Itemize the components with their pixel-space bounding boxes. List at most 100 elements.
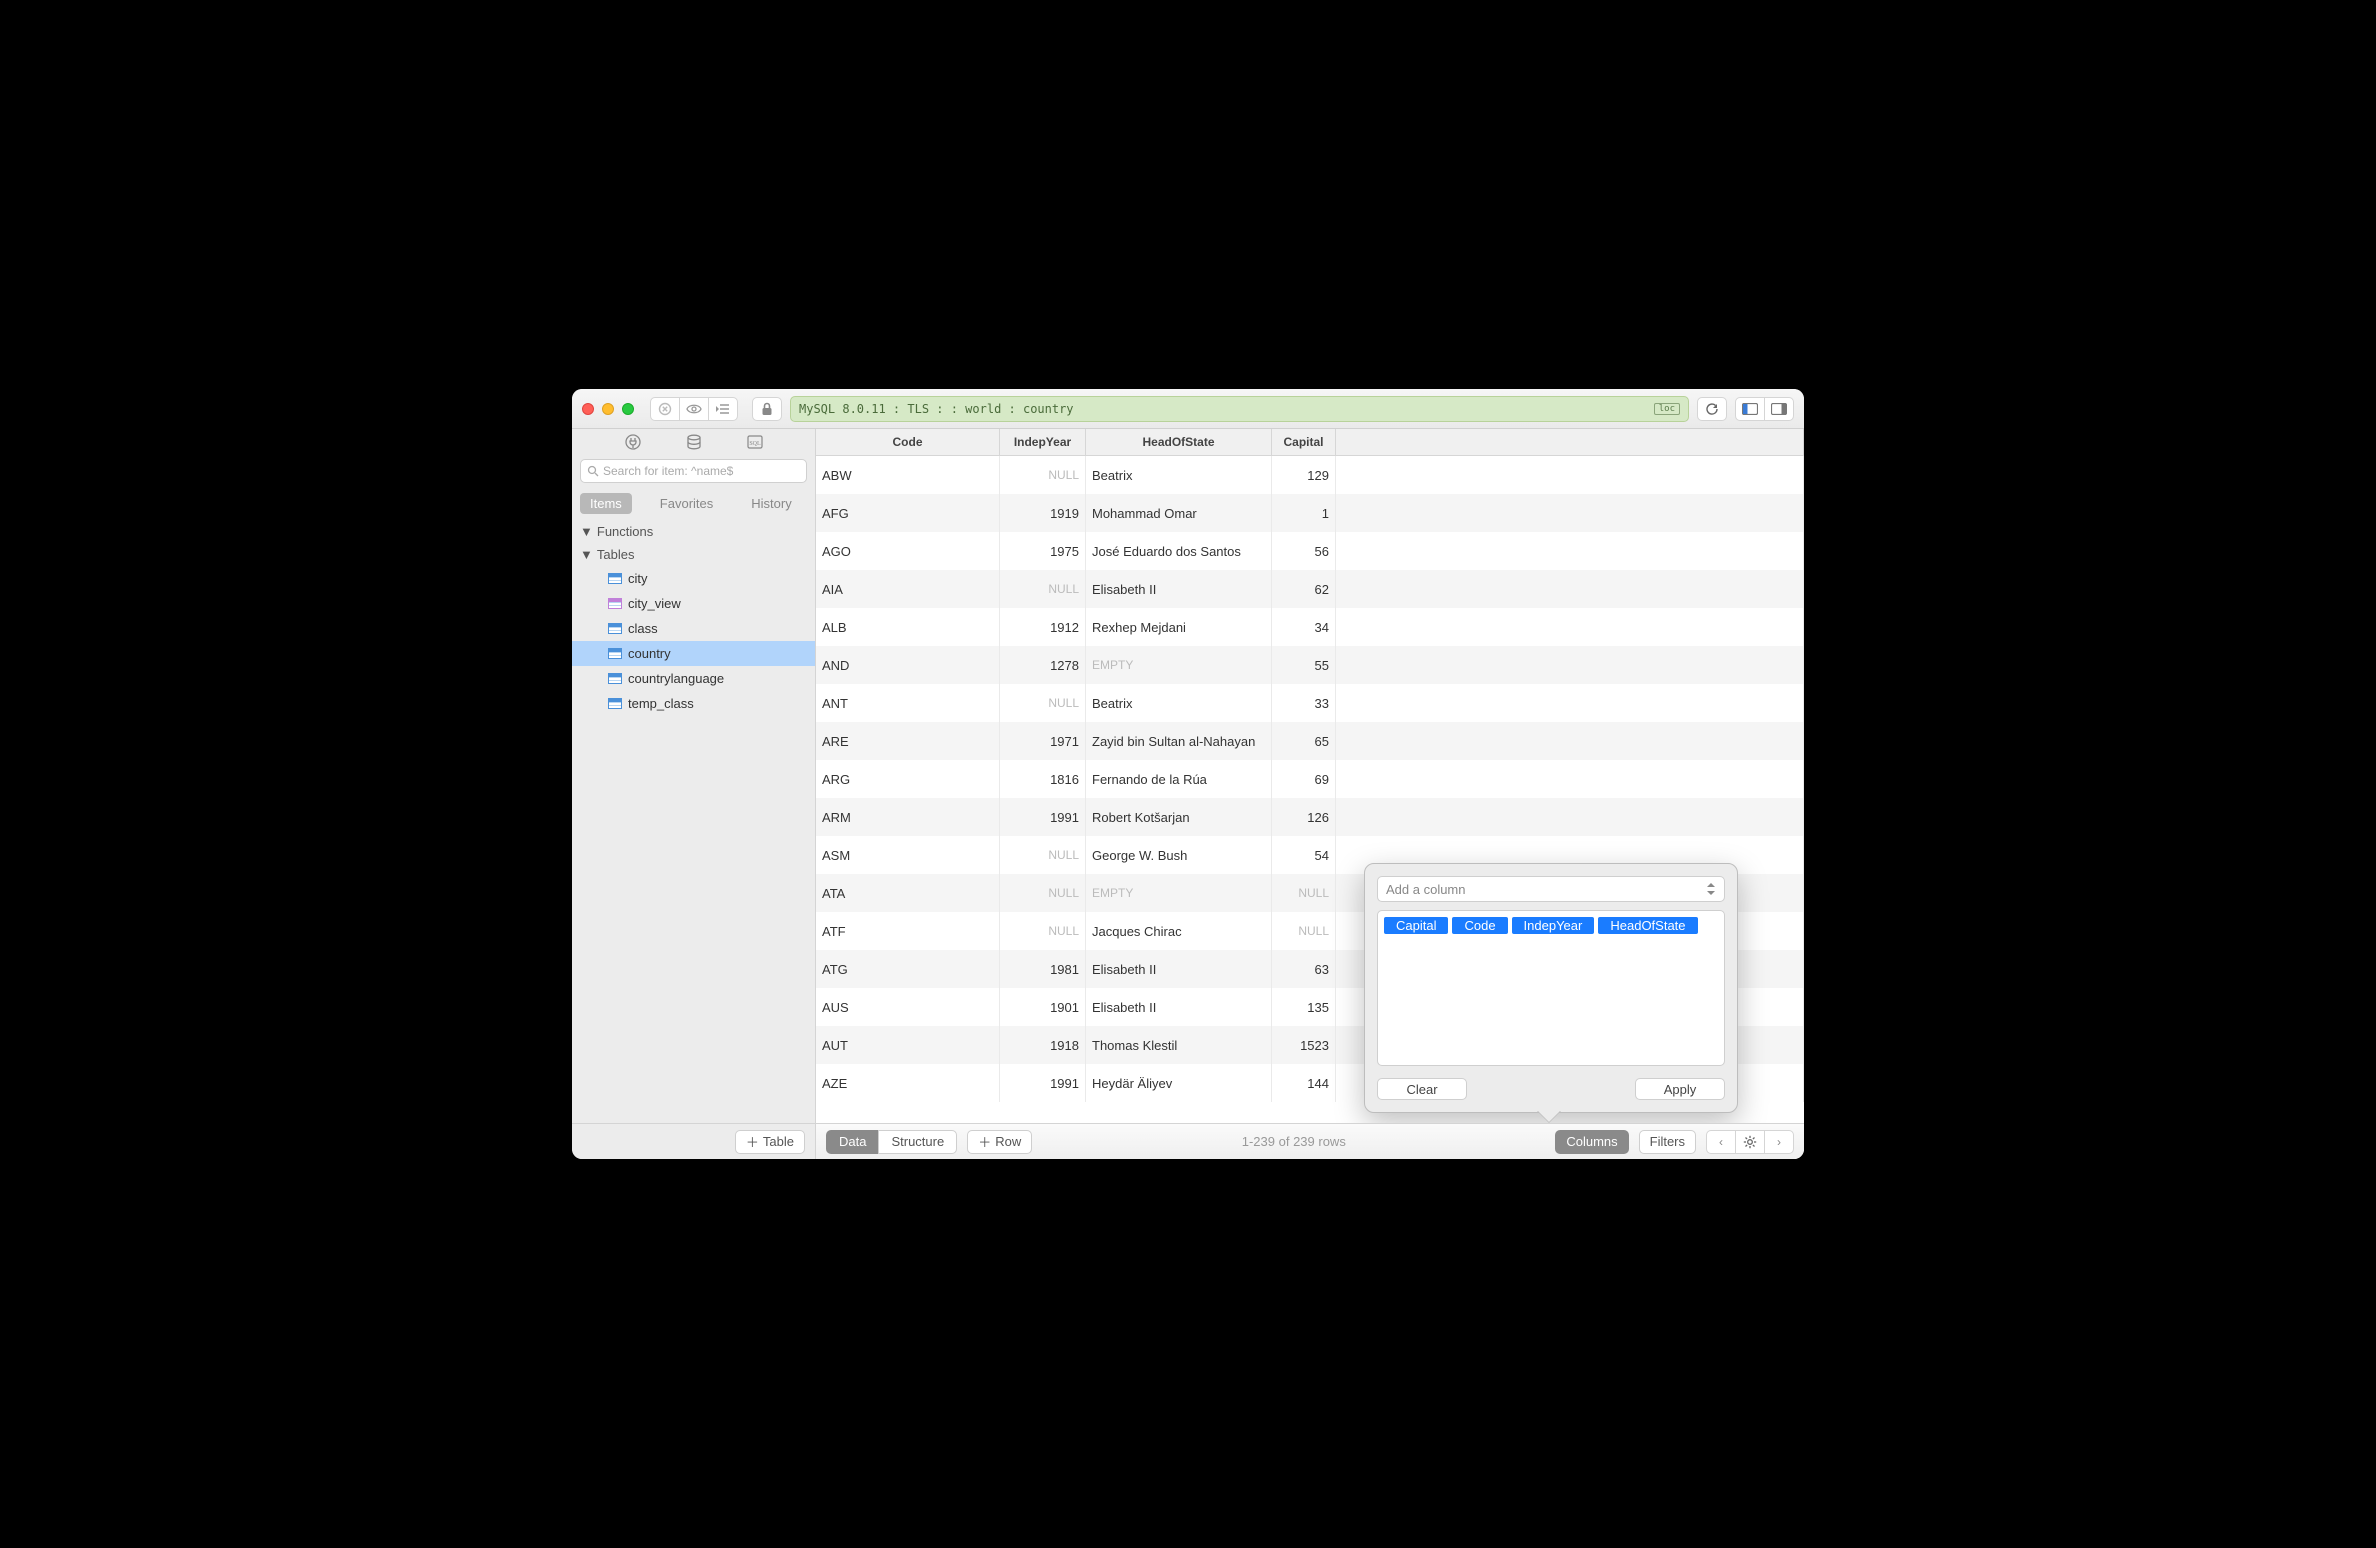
indent-icon[interactable]	[708, 397, 738, 421]
sidebar-item-city[interactable]: city	[572, 566, 815, 591]
plug-icon[interactable]	[624, 433, 642, 451]
segment-structure[interactable]: Structure	[878, 1130, 957, 1154]
table-cell[interactable]: Heydär Äliyev	[1086, 1064, 1272, 1102]
table-cell[interactable]: 1991	[1000, 1064, 1086, 1102]
window-close-button[interactable]	[582, 403, 594, 415]
table-cell[interactable]: Mohammad Omar	[1086, 494, 1272, 532]
table-cell[interactable]: Jacques Chirac	[1086, 912, 1272, 950]
table-cell[interactable]: Elisabeth II	[1086, 988, 1272, 1026]
column-token[interactable]: HeadOfState	[1598, 917, 1697, 934]
table-row[interactable]: ARE1971Zayid bin Sultan al-Nahayan65	[816, 722, 1804, 760]
table-cell[interactable]: 1971	[1000, 722, 1086, 760]
sidebar-tab-history[interactable]: History	[741, 493, 801, 514]
table-cell[interactable]: 135	[1272, 988, 1336, 1026]
column-token[interactable]: Code	[1452, 917, 1507, 934]
table-cell[interactable]: ASM	[816, 836, 1000, 874]
sidebar-left-icon[interactable]	[1735, 397, 1765, 421]
table-cell[interactable]: 63	[1272, 950, 1336, 988]
apply-button[interactable]: Apply	[1635, 1078, 1725, 1100]
connection-path-bar[interactable]: MySQL 8.0.11 : TLS : : world : country l…	[790, 396, 1689, 422]
table-cell[interactable]: 54	[1272, 836, 1336, 874]
table-cell[interactable]: Fernando de la Rúa	[1086, 760, 1272, 798]
database-icon[interactable]	[685, 433, 703, 451]
eye-icon[interactable]	[679, 397, 709, 421]
column-header-headofstate[interactable]: HeadOfState	[1086, 429, 1272, 455]
table-cell[interactable]: 1918	[1000, 1026, 1086, 1064]
table-row[interactable]: AFG1919Mohammad Omar1	[816, 494, 1804, 532]
table-cell[interactable]: 1991	[1000, 798, 1086, 836]
table-cell[interactable]: 69	[1272, 760, 1336, 798]
table-row[interactable]: ARG1816Fernando de la Rúa69	[816, 760, 1804, 798]
table-cell[interactable]: Beatrix	[1086, 684, 1272, 722]
table-cell[interactable]: AUS	[816, 988, 1000, 1026]
table-cell[interactable]: NULL	[1000, 912, 1086, 950]
table-cell[interactable]: 1	[1272, 494, 1336, 532]
column-token[interactable]: Capital	[1384, 917, 1448, 934]
page-next-button[interactable]: ›	[1764, 1130, 1794, 1154]
window-zoom-button[interactable]	[622, 403, 634, 415]
table-cell[interactable]: NULL	[1272, 874, 1336, 912]
sidebar-tab-favorites[interactable]: Favorites	[650, 493, 723, 514]
table-cell[interactable]: ALB	[816, 608, 1000, 646]
table-cell[interactable]: George W. Bush	[1086, 836, 1272, 874]
table-cell[interactable]: NULL	[1272, 912, 1336, 950]
table-cell[interactable]: NULL	[1000, 836, 1086, 874]
table-cell[interactable]: ATF	[816, 912, 1000, 950]
table-cell[interactable]: NULL	[1000, 684, 1086, 722]
table-cell[interactable]: ARE	[816, 722, 1000, 760]
tree-section-tables[interactable]: ▼ Tables	[572, 543, 815, 566]
table-cell[interactable]: ANT	[816, 684, 1000, 722]
table-cell[interactable]: Thomas Klestil	[1086, 1026, 1272, 1064]
table-cell[interactable]: NULL	[1000, 570, 1086, 608]
table-cell[interactable]: 144	[1272, 1064, 1336, 1102]
cancel-icon[interactable]	[650, 397, 680, 421]
table-cell[interactable]: Zayid bin Sultan al-Nahayan	[1086, 722, 1272, 760]
table-cell[interactable]: NULL	[1000, 456, 1086, 494]
table-cell[interactable]: ATG	[816, 950, 1000, 988]
lock-icon[interactable]	[752, 397, 782, 421]
table-cell[interactable]: 126	[1272, 798, 1336, 836]
table-cell[interactable]: NULL	[1000, 874, 1086, 912]
table-cell[interactable]: 1912	[1000, 608, 1086, 646]
table-row[interactable]: ARM1991Robert Kotšarjan126	[816, 798, 1804, 836]
table-cell[interactable]: ATA	[816, 874, 1000, 912]
table-row[interactable]: AIANULLElisabeth II62	[816, 570, 1804, 608]
add-column-select[interactable]: Add a column	[1377, 876, 1725, 902]
refresh-icon[interactable]	[1697, 397, 1727, 421]
table-cell[interactable]: 1981	[1000, 950, 1086, 988]
table-row[interactable]: AGO1975José Eduardo dos Santos56	[816, 532, 1804, 570]
table-cell[interactable]: ARM	[816, 798, 1000, 836]
columns-button[interactable]: Columns	[1555, 1130, 1628, 1154]
table-cell[interactable]: 1901	[1000, 988, 1086, 1026]
column-header-indepyear[interactable]: IndepYear	[1000, 429, 1086, 455]
column-header-code[interactable]: Code	[816, 429, 1000, 455]
table-row[interactable]: ANTNULLBeatrix33	[816, 684, 1804, 722]
table-cell[interactable]: 34	[1272, 608, 1336, 646]
table-cell[interactable]: AFG	[816, 494, 1000, 532]
sidebar-item-countrylanguage[interactable]: countrylanguage	[572, 666, 815, 691]
add-row-button[interactable]: ＋ Row	[967, 1130, 1032, 1154]
table-cell[interactable]: 56	[1272, 532, 1336, 570]
sidebar-search-input[interactable]: Search for item: ^name$	[580, 459, 807, 483]
table-cell[interactable]: 62	[1272, 570, 1336, 608]
column-header-capital[interactable]: Capital	[1272, 429, 1336, 455]
table-cell[interactable]: 33	[1272, 684, 1336, 722]
table-cell[interactable]: Rexhep Mejdani	[1086, 608, 1272, 646]
table-cell[interactable]: 65	[1272, 722, 1336, 760]
table-cell[interactable]: José Eduardo dos Santos	[1086, 532, 1272, 570]
table-cell[interactable]: Elisabeth II	[1086, 570, 1272, 608]
table-cell[interactable]: Beatrix	[1086, 456, 1272, 494]
table-row[interactable]: AND1278EMPTY55	[816, 646, 1804, 684]
table-row[interactable]: ABWNULLBeatrix129	[816, 456, 1804, 494]
filters-button[interactable]: Filters	[1639, 1130, 1696, 1154]
table-cell[interactable]: AGO	[816, 532, 1000, 570]
add-table-button[interactable]: ＋ Table	[735, 1130, 805, 1154]
table-cell[interactable]: Elisabeth II	[1086, 950, 1272, 988]
table-cell[interactable]: 1816	[1000, 760, 1086, 798]
table-cell[interactable]: 1278	[1000, 646, 1086, 684]
table-cell[interactable]: 1523	[1272, 1026, 1336, 1064]
page-prev-button[interactable]: ‹	[1706, 1130, 1736, 1154]
sql-icon[interactable]: SQL	[746, 433, 764, 451]
sidebar-item-country[interactable]: country	[572, 641, 815, 666]
table-cell[interactable]: EMPTY	[1086, 874, 1272, 912]
